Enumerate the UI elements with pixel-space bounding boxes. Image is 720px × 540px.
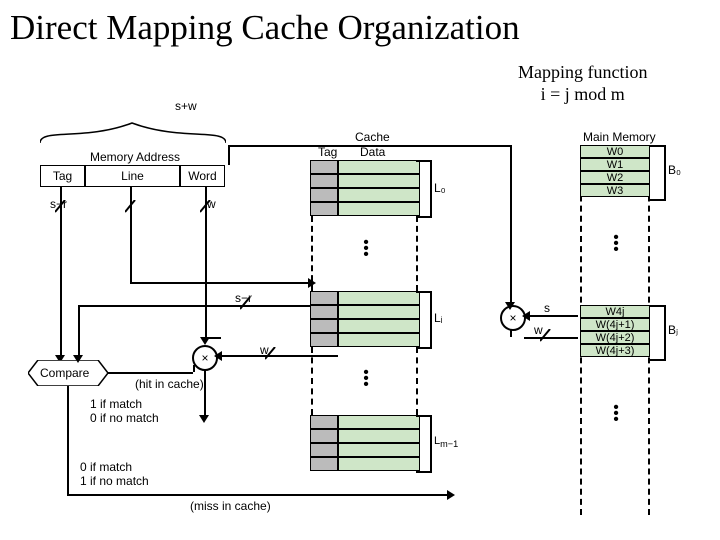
- nomatch1: 1 if no match: [80, 474, 149, 488]
- cache-title: Cache: [355, 130, 390, 144]
- mem-row: W2: [580, 171, 650, 184]
- diagram: s+w Memory Address TagLineWord s−r r w C…: [10, 105, 710, 525]
- miss-label: (miss in cache): [190, 499, 271, 513]
- mem-row: W(4j+1): [580, 318, 650, 331]
- connector: [193, 365, 195, 372]
- arrow-left-icon: [522, 311, 530, 321]
- arrow-down-icon: [199, 415, 209, 423]
- cache-line-label-first: L₀: [434, 181, 446, 195]
- mem-row: W(4j+2): [580, 331, 650, 344]
- connector: [67, 386, 69, 496]
- cache-line-last: [310, 415, 420, 471]
- page-title: Direct Mapping Cache Organization: [10, 8, 520, 48]
- cache-tag-header: Tag: [318, 145, 337, 159]
- dots-icon: •••: [610, 235, 622, 253]
- cache-line-mid: [310, 291, 420, 347]
- mem-row: W0: [580, 145, 650, 158]
- connector: [60, 187, 62, 359]
- address-word-field: Word: [180, 165, 225, 187]
- cache-line-label-last: Lm−1: [434, 435, 458, 449]
- memory-title: Main Memory: [583, 130, 656, 144]
- address-tag-field: Tag: [40, 165, 85, 187]
- memory-block0-label: B₀: [668, 163, 681, 177]
- connector: [205, 187, 207, 337]
- match1: 1 if match: [90, 397, 142, 411]
- slash-icon: [200, 200, 216, 216]
- miss-note: 0 if match 1 if no match: [80, 460, 149, 489]
- connector: [78, 305, 80, 360]
- cache-line-label-mid: Lᵢ: [434, 311, 443, 325]
- arrow-down-icon: [200, 337, 210, 345]
- arrow-down-icon: [73, 355, 83, 363]
- arrow-right-icon: [447, 490, 455, 500]
- brace-icon: [420, 291, 432, 349]
- connector: [204, 369, 206, 415]
- brace-top: [40, 113, 226, 147]
- hit-label: (hit in cache): [135, 377, 204, 391]
- dots-icon: •••: [610, 405, 622, 423]
- connector: [510, 145, 512, 305]
- cache-gap: [416, 347, 418, 415]
- compare-label: Compare: [40, 366, 89, 380]
- nomatch0: 0 if match: [80, 460, 132, 474]
- mem-w-label: w: [534, 323, 543, 337]
- connector: [524, 337, 578, 339]
- memory-block-j: W4j W(4j+1) W(4j+2) W(4j+3): [580, 305, 650, 357]
- connector: [228, 145, 512, 147]
- cache-data-header: Data: [360, 145, 385, 159]
- connector: [130, 187, 132, 282]
- cache-gap: [311, 216, 313, 291]
- mult-icon: ×: [509, 312, 516, 324]
- cache-line-first: [310, 160, 420, 216]
- brace-icon: [420, 415, 432, 473]
- mem-row: W3: [580, 184, 650, 197]
- cache-gap: [311, 347, 313, 415]
- slash-icon: [240, 297, 256, 313]
- connector: [130, 282, 310, 284]
- brace-icon: [654, 305, 666, 361]
- memory-address-header: Memory Address: [90, 150, 180, 164]
- mem-row: W1: [580, 158, 650, 171]
- connector: [78, 305, 310, 307]
- arrow-down-icon: [505, 302, 515, 310]
- cache-gap: [416, 216, 418, 291]
- mem-row: W4j: [580, 305, 650, 318]
- slash-icon: [55, 200, 71, 216]
- connector: [228, 145, 230, 165]
- address-total-width-label: s+w: [175, 99, 197, 113]
- connector: [524, 315, 578, 317]
- hit-match-note: 1 if match 0 if no match: [90, 397, 159, 426]
- memory-block-0: W0 W1 W2 W3: [580, 145, 650, 197]
- subtitle-line2: i = j mod m: [541, 84, 625, 104]
- memory-blockj-label: Bⱼ: [668, 323, 678, 337]
- connector: [108, 372, 193, 374]
- mult-icon: ×: [201, 352, 208, 364]
- brace-icon: [420, 160, 432, 218]
- mem-row: W(4j+3): [580, 344, 650, 357]
- match0: 0 if no match: [90, 411, 159, 425]
- connector: [510, 329, 512, 337]
- address-field-group: TagLineWord: [40, 165, 225, 187]
- dots-icon: •••: [360, 370, 372, 388]
- slash-icon: [125, 200, 141, 216]
- connector: [67, 494, 447, 496]
- address-line-field: Line: [85, 165, 180, 187]
- dots-icon: •••: [360, 240, 372, 258]
- subtitle-line1: Mapping function: [518, 62, 647, 82]
- subtitle: Mapping function i = j mod m: [518, 62, 647, 105]
- arrow-left-icon: [214, 351, 222, 361]
- slash-icon: [265, 347, 281, 363]
- brace-icon: [654, 145, 666, 201]
- mem-s-label: s: [544, 301, 550, 315]
